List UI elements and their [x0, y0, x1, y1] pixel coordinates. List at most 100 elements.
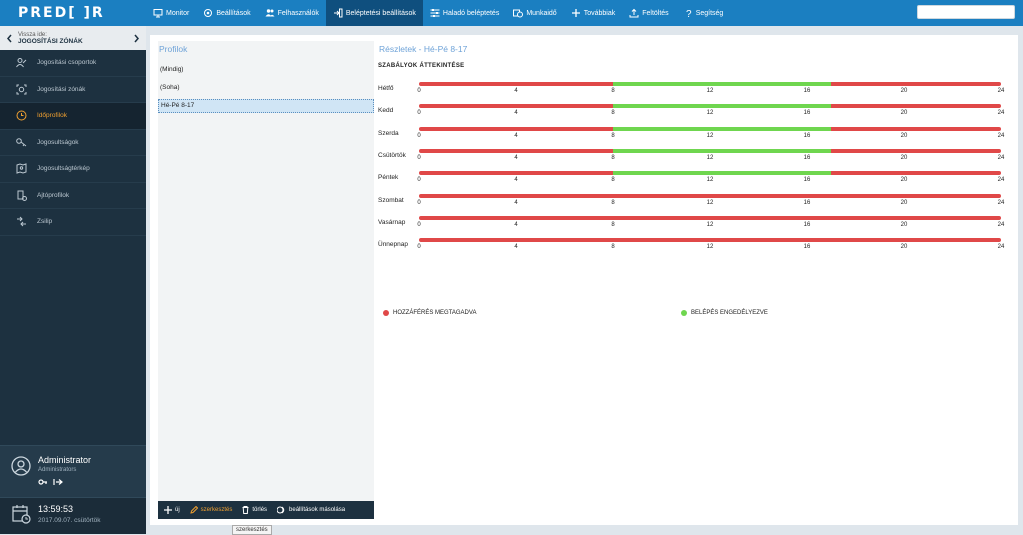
nav-label: Beállítások [216, 9, 251, 17]
nav-item-0[interactable]: Monitor [146, 0, 196, 26]
day-row: Kedd 0 4 8 12 16 20 24 [378, 101, 1010, 123]
chevron-left-icon [7, 34, 12, 42]
nav-item-2[interactable]: Felhasználók [258, 0, 326, 26]
calendar-clock-icon [12, 505, 31, 524]
nav-label: Segítség [695, 9, 724, 17]
sidebar-item-6[interactable]: Zsilip [0, 209, 146, 236]
time-tick: 12 [706, 244, 714, 251]
nav-item-3[interactable]: Beléptetési beállítások [325, 0, 423, 26]
legend-allowed: BELÉPÉS ENGEDÉLYEZVE [681, 310, 768, 316]
sidebar-item-3[interactable]: Jogosultságok [0, 130, 146, 156]
delete-button[interactable]: törlés [242, 506, 267, 514]
time-tick: 4 [514, 244, 518, 251]
sidebar-item-1[interactable]: Jogosítási zónák [0, 77, 146, 103]
day-timeline [419, 215, 1001, 220]
zone-icon [16, 84, 27, 95]
profile-list-item[interactable]: Hé-Pé 8-17 [158, 99, 374, 113]
time-tick: 24 [997, 132, 1005, 139]
plus-icon [164, 506, 172, 514]
time-tick: 0 [417, 154, 421, 161]
allowed-segment [613, 104, 832, 109]
worktime-icon [513, 9, 524, 18]
legend-denied-label: HOZZÁFÉRÉS MEGTAGADVA [393, 310, 477, 316]
key-icon[interactable] [38, 478, 48, 486]
nav-item-1[interactable]: Beállítások [196, 0, 257, 26]
time-tick: 12 [706, 110, 714, 117]
time-tick: 8 [611, 154, 615, 161]
legend-denied: HOZZÁFÉRÉS MEGTAGADVA [383, 310, 476, 316]
time-tick: 0 [417, 110, 421, 117]
map-icon [16, 163, 27, 174]
edit-label: szerkesztés [200, 507, 233, 513]
nav-label: Felhasználók [277, 9, 319, 17]
top-navbar: PRED[ ]R Monitor Beállítások Felhasználók B… [0, 0, 1023, 26]
nav-item-4[interactable]: Haladó beléptetés [423, 0, 506, 26]
logout-icon[interactable] [53, 478, 63, 486]
time-tick: 4 [514, 221, 518, 228]
new-button[interactable]: új [164, 506, 180, 514]
time-tick: 16 [803, 132, 811, 139]
settings-icon [204, 9, 213, 17]
day-name: Ünnepnap [378, 241, 408, 249]
details-title: Részletek - Hé-Pé 8-17 [379, 44, 468, 54]
user-role: Administrators [38, 467, 77, 473]
copy-icon [277, 506, 285, 514]
nav-item-8[interactable]: ? Segítség [676, 0, 731, 26]
clock-time: 13:59:53 [38, 504, 74, 514]
profiles-toolbar: új szerkesztés törlés beállítások másolá… [158, 501, 374, 519]
profiles-title: Profilok [159, 44, 188, 54]
back-link[interactable]: Vissza ide: JOGOSÍTÁSI ZÓNÁK [0, 26, 146, 50]
time-tick: 8 [611, 132, 615, 139]
time-tick: 20 [900, 177, 908, 184]
sidebar-item-2[interactable]: Időprofilok [0, 103, 146, 130]
sidebar-item-0[interactable]: Jogosítási csoportok [0, 50, 146, 77]
time-tick: 4 [514, 132, 518, 139]
time-tick: 8 [611, 244, 615, 251]
time-tick: 12 [706, 177, 714, 184]
day-row: Szerda 0 4 8 12 16 20 24 [378, 124, 1010, 146]
profile-list-item[interactable]: (Mindig) [158, 61, 374, 79]
day-row: Csütörtök 0 4 8 12 16 20 24 [378, 146, 1010, 168]
time-tick: 24 [997, 88, 1005, 94]
main-content: Profilok (Mindig) (Soha) Hé-Pé 8-17 új sze… [150, 35, 1018, 525]
time-tick: 24 [997, 221, 1005, 228]
day-timeline [419, 104, 1001, 109]
clock-icon [16, 110, 27, 121]
nav-item-7[interactable]: Feltöltés [622, 0, 675, 26]
time-tick: 4 [514, 110, 518, 117]
day-row: Hétfő 0 4 8 12 16 20 24 [378, 79, 1010, 101]
time-tick: 20 [900, 154, 908, 161]
app-logo[interactable]: PRED[ ]R [0, 5, 146, 21]
edit-button[interactable]: szerkesztés [189, 506, 233, 514]
clock-panel: 13:59:53 2017.09.07. csütörtök [0, 497, 146, 534]
nav-label: Továbbiak [583, 9, 616, 17]
trash-icon [242, 506, 249, 514]
sidebar-item-5[interactable]: Ajtóprofilok [0, 183, 146, 209]
allowed-segment [613, 126, 832, 131]
time-tick: 20 [900, 244, 908, 251]
user-name: Administrator [38, 455, 92, 465]
sidebar-item-label: Időprofilok [37, 112, 67, 120]
access-icon [333, 8, 343, 18]
sidebar-item-label: Jogosítási zónák [37, 85, 86, 93]
sidebar-item-4[interactable]: Jogosultságtérkép [0, 156, 146, 183]
chevron-right-icon[interactable] [133, 34, 140, 43]
time-tick: 4 [514, 88, 518, 94]
sliders-icon [430, 9, 440, 17]
new-label: új [175, 507, 180, 513]
nav-item-6[interactable]: Továbbiak [564, 0, 623, 26]
users-icon [265, 9, 275, 17]
day-name: Szombat [378, 196, 404, 204]
profile-list-item[interactable]: (Soha) [158, 79, 374, 97]
day-timeline [419, 148, 1001, 153]
sidebar-item-label: Zsilip [37, 218, 53, 226]
time-tick: 0 [417, 88, 421, 94]
search-input[interactable] [917, 5, 1015, 19]
sidebar-item-label: Jogosítási csoportok [37, 59, 97, 67]
nav-item-5[interactable]: Munkaidő [506, 0, 563, 26]
day-row: Ünnepnap 0 4 8 12 16 20 24 [378, 235, 1010, 257]
nav-label: Monitor [166, 9, 190, 17]
copy-settings-button[interactable]: beállítások másolása [277, 506, 345, 514]
time-tick: 12 [706, 221, 714, 228]
time-tick: 20 [900, 132, 908, 139]
